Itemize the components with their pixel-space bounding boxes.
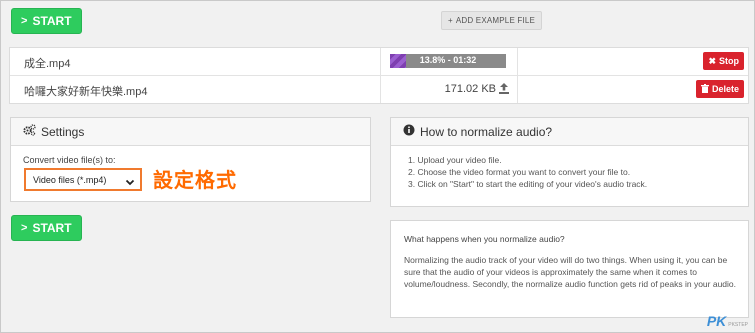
chevron-right-icon: >: [21, 222, 28, 234]
format-annotation: 設定格式: [153, 170, 237, 192]
delete-button[interactable]: Delete: [695, 80, 744, 98]
start-button-label: START: [32, 221, 72, 235]
stop-label: Stop: [719, 56, 739, 66]
file-name: 哈囉大家好新年快樂.mp4: [24, 86, 148, 98]
format-select[interactable]: Video files (*.mp4): [24, 168, 142, 191]
file-name: 成全.mp4: [24, 58, 71, 70]
howto-header: How to normalize audio?: [391, 118, 748, 146]
what-happens-title: What happens when you normalize audio?: [404, 234, 565, 244]
plus-icon: +: [448, 16, 453, 25]
file-row: 哈囉大家好新年快樂.mp4 171.02 KB Delete: [10, 76, 748, 103]
chevron-down-icon: [125, 174, 135, 192]
file-size: 171.02 KB: [444, 83, 496, 95]
format-select-value: Video files (*.mp4): [33, 175, 107, 185]
howto-title: How to normalize audio?: [420, 124, 553, 139]
info-icon: [403, 124, 415, 139]
start-button-top[interactable]: > START: [11, 8, 82, 34]
converter-window: > START + ADD EXAMPLE FILE 成全.mp4 13.8% …: [0, 0, 755, 333]
watermark-subtext: PKSTEP: [728, 322, 748, 328]
gears-icon: [23, 124, 36, 139]
list-item: 3. Click on "Start" to start the editing…: [408, 179, 648, 189]
start-button-bottom[interactable]: > START: [11, 215, 82, 241]
start-button-label: START: [32, 14, 72, 28]
what-happens-body: Normalizing the audio track of your vide…: [404, 255, 737, 289]
chevron-right-icon: >: [21, 15, 28, 27]
convert-label: Convert video file(s) to:: [23, 155, 116, 165]
list-item: 2. Choose the video format you want to c…: [408, 167, 631, 177]
what-happens-panel: What happens when you normalize audio? N…: [390, 220, 749, 318]
watermark-text: PK: [706, 313, 727, 329]
delete-label: Delete: [711, 84, 739, 94]
watermark-logo: PK PKSTEP: [707, 313, 748, 329]
settings-title: Settings: [41, 124, 85, 139]
close-icon: ✖: [708, 55, 716, 66]
list-item: 1. Upload your video file.: [408, 155, 502, 165]
settings-header: Settings: [11, 118, 370, 146]
howto-steps: 1. Upload your video file. 2. Choose the…: [408, 154, 647, 190]
file-row: 成全.mp4 13.8% - 01:32 ✖ Stop: [10, 48, 748, 76]
progress-text: 13.8% - 01:32: [419, 55, 477, 65]
stop-button[interactable]: ✖ Stop: [703, 52, 744, 70]
conversion-progress-bar: 13.8% - 01:32: [390, 54, 506, 68]
add-example-file-button[interactable]: + ADD EXAMPLE FILE: [441, 11, 543, 30]
trash-icon: [700, 83, 709, 95]
howto-panel: How to normalize audio? 1. Upload your v…: [390, 117, 749, 207]
upload-icon[interactable]: [498, 82, 510, 98]
add-example-label: ADD EXAMPLE FILE: [455, 16, 536, 25]
file-list: 成全.mp4 13.8% - 01:32 ✖ Stop 哈囉大家好新年快樂.mp…: [9, 47, 749, 104]
